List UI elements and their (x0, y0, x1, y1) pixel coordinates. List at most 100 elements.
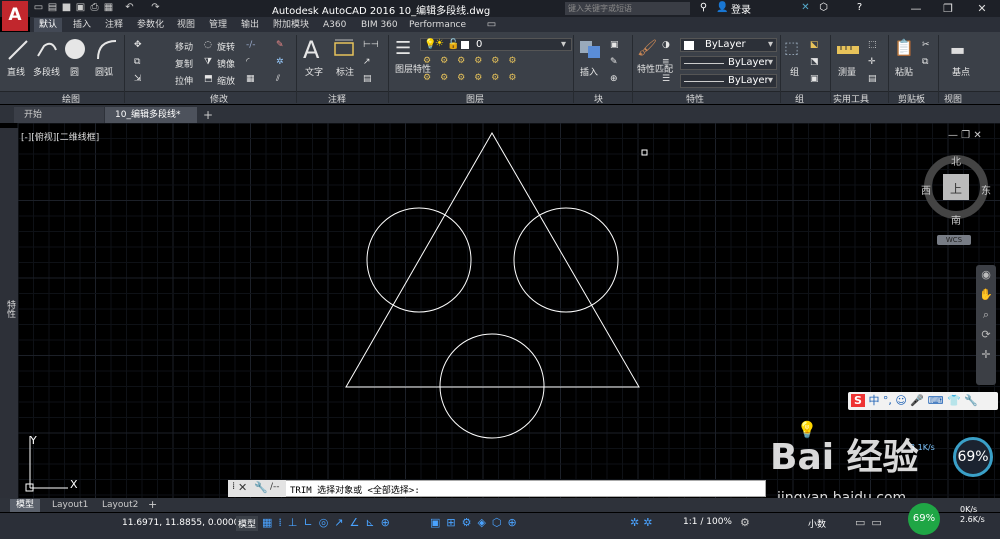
mirror-icon[interactable]: ⧩ (204, 57, 212, 67)
compass-east[interactable]: 东 (981, 182, 991, 197)
fillet-icon[interactable]: ◜ (246, 57, 250, 67)
compass-north[interactable]: 北 (951, 153, 961, 168)
modify-panel-title[interactable]: 修改 (210, 92, 228, 105)
offset-icon[interactable]: ⫽ (276, 74, 280, 84)
layer-tools-row2[interactable]: ⚙⚙⚙⚙⚙⚙ (423, 73, 525, 83)
tab-model[interactable]: 模型 (10, 499, 41, 512)
stretch-icon[interactable]: ⇲ (134, 74, 142, 84)
close-cmd-icon[interactable]: ✕ (238, 481, 247, 494)
add-layout-icon[interactable]: + (148, 498, 157, 511)
new-tab-icon[interactable]: + (203, 108, 213, 122)
point-icon[interactable]: ✛ (868, 57, 876, 67)
create-block-icon[interactable]: ▣ (610, 40, 619, 50)
list-icon[interactable]: ☰ (662, 74, 670, 84)
mirror-button[interactable]: 镜像 (217, 57, 235, 70)
coordinates-readout[interactable]: 11.6971, 11.8855, 0.0000 (122, 518, 239, 528)
insert-tool[interactable] (578, 38, 602, 63)
minimize-button[interactable]: — (900, 0, 932, 17)
utilities-panel-title[interactable]: 实用工具 (833, 92, 869, 105)
color-dropdown[interactable]: ByLayer ▾ (680, 38, 777, 52)
binoculars-icon[interactable]: ⚲ (698, 2, 709, 13)
match-properties-icon[interactable]: 🖌 (637, 38, 657, 57)
viewcube-top-face[interactable]: 上 (950, 180, 962, 197)
text-icon[interactable]: A (303, 36, 319, 64)
compass-south[interactable]: 南 (951, 212, 961, 227)
tab-insert[interactable]: 插入 (68, 18, 96, 32)
palette-icon[interactable]: ◑ (662, 40, 670, 50)
tab-layout1[interactable]: Layout1 (46, 499, 94, 512)
copy-clip-icon[interactable]: ⧉ (922, 57, 928, 67)
doc-tab-drawing[interactable]: 10_编辑多段线* (105, 107, 197, 123)
layers-panel-title[interactable]: 图层 (466, 92, 484, 105)
login-button[interactable]: 登录 (731, 1, 751, 16)
tab-bim360[interactable]: BIM 360 (356, 18, 403, 32)
layer-tools-row1[interactable]: ⚙⚙⚙⚙⚙⚙ (423, 56, 525, 66)
scale-button[interactable]: 缩放 (217, 74, 235, 87)
arc-tool[interactable] (95, 38, 119, 65)
annotation-scale[interactable]: 1:1 / 100% (683, 517, 732, 527)
polyline-tool[interactable] (36, 38, 60, 65)
linear-dim-icon[interactable]: ⊢⊣ (363, 40, 379, 50)
tab-layout2[interactable]: Layout2 (96, 499, 144, 512)
trim-icon[interactable]: -/- (246, 40, 256, 50)
group-select-icon[interactable]: ▣ (810, 74, 819, 84)
tab-parametric[interactable]: 参数化 (132, 18, 169, 32)
array-icon[interactable]: ▦ (246, 74, 255, 84)
block-panel-title[interactable]: 块 (594, 92, 603, 105)
rotate-icon[interactable]: ◌ (204, 40, 212, 50)
leader-icon[interactable]: ↗ (363, 57, 371, 67)
wcs-menu[interactable]: WCS (937, 235, 971, 245)
paste-icon[interactable]: 📋 (894, 38, 914, 57)
copy-icon[interactable]: ⧉ (134, 57, 140, 67)
measure-tool[interactable] (836, 40, 860, 63)
grip-icon[interactable]: ⁞ (232, 481, 235, 492)
block-attr-icon[interactable]: ⊕ (610, 74, 618, 84)
cut-icon[interactable]: ✂ (922, 40, 930, 50)
layer-dropdown[interactable]: 💡 ☀ 🔓 0 ▾ (420, 38, 572, 51)
groups-panel-title[interactable]: 组 (795, 92, 804, 105)
move-button[interactable]: 移动 (175, 40, 193, 53)
autocad-logo-button[interactable]: A (2, 1, 28, 31)
properties-panel-title[interactable]: 特性 (686, 92, 704, 105)
edit-block-icon[interactable]: ✎ (610, 57, 618, 67)
scale-icon[interactable]: ⬒ (204, 74, 213, 84)
search-input[interactable]: 键入关键字或短语 (565, 2, 690, 15)
save-icon[interactable]: ■ (61, 2, 72, 13)
exchange-icon[interactable]: ✕ (800, 2, 811, 13)
viewport-window-controls[interactable]: — ❐ ✕ (948, 130, 982, 141)
ribbon-toggle-icon[interactable]: ▭ (486, 19, 497, 30)
status-tools[interactable]: ▭▭ (855, 516, 888, 529)
table-icon[interactable]: ▤ (363, 74, 372, 84)
draw-panel-title[interactable]: 绘图 (62, 92, 80, 105)
sogou-icon[interactable]: S (851, 394, 865, 407)
nav-icons[interactable]: ◉ ✋ ⌕ ⟳ ✛ (976, 265, 996, 365)
annotation-toggles[interactable]: ✲✲ (630, 516, 656, 529)
group-icon[interactable]: ⬚ (784, 38, 799, 57)
rotate-button[interactable]: 旋转 (217, 40, 235, 53)
linetype-dropdown[interactable]: ByLayer ▾ (680, 56, 777, 70)
print-icon[interactable]: ⎙ (89, 2, 100, 13)
quick-select-icon[interactable]: ⬚ (868, 40, 877, 50)
compass-west[interactable]: 西 (921, 182, 931, 197)
layer-properties-icon[interactable]: ☰ (395, 38, 411, 59)
explode-icon[interactable]: ✲ (276, 57, 284, 67)
status-toggles-right[interactable]: ▣⊞⚙◈⬡⊕ (430, 516, 523, 529)
tab-manage[interactable]: 管理 (204, 18, 232, 32)
tab-output[interactable]: 输出 (236, 18, 264, 32)
view-panel-title[interactable]: 视图 (944, 92, 962, 105)
erase-icon[interactable]: ✎ (276, 40, 284, 50)
base-view-icon[interactable]: ▬ (950, 40, 965, 59)
tab-annotate[interactable]: 注释 (100, 18, 128, 32)
viewport-controls[interactable]: [-][俯视][二维线框] (21, 130, 99, 143)
wrench-icon[interactable]: 🔧 (254, 481, 268, 494)
a360-icon[interactable]: ⬡ (818, 2, 829, 13)
tab-performance[interactable]: Performance (404, 18, 471, 32)
tab-addins[interactable]: 附加模块 (268, 18, 314, 32)
doc-tab-start[interactable]: 开始 (14, 107, 104, 123)
circles[interactable] (366, 207, 619, 439)
open-icon[interactable]: ▤ (47, 2, 58, 13)
model-space-button[interactable]: 模型 (236, 516, 259, 531)
tab-a360[interactable]: A360 (318, 18, 351, 32)
close-button[interactable]: ✕ (966, 0, 998, 17)
restore-button[interactable]: ❐ (932, 0, 964, 17)
